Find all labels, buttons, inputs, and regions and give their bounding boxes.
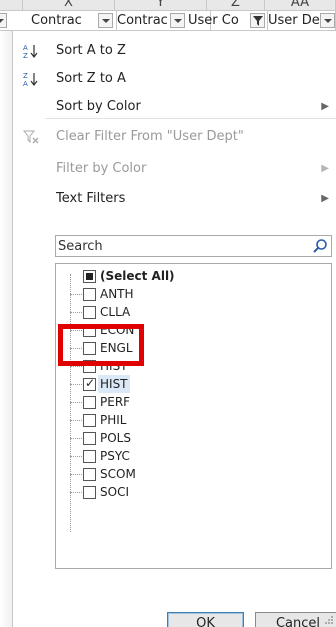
list-item-label: PERF [100, 395, 131, 409]
list-item-label: (Select All) [100, 269, 175, 283]
list-item[interactable]: PSYC [56, 447, 326, 465]
sheet-edge [0, 31, 12, 627]
header-cell-contract-1[interactable]: Contrac [18, 11, 117, 31]
column-letter-aa[interactable]: AA [265, 0, 336, 10]
column-letter-bar: X Y Z AA [0, 0, 336, 11]
header-cell-user-code[interactable]: User Co [188, 11, 268, 31]
list-item[interactable]: HIST [56, 375, 326, 393]
search-icon[interactable] [312, 238, 328, 254]
checkbox[interactable] [83, 414, 96, 427]
menu-separator [45, 118, 336, 119]
header-cell-label: Contrac [31, 13, 82, 28]
sort-descending-icon: Z A [23, 72, 38, 87]
checkbox[interactable] [83, 432, 96, 445]
search-input[interactable] [58, 238, 308, 254]
tree-connector [70, 294, 82, 295]
value-checklist[interactable]: (Select All) ANTH CLLA ECON ENGL HIST ✓ … [55, 263, 332, 569]
column-letter-w[interactable] [0, 0, 23, 10]
submenu-arrow-icon: ▶ [321, 193, 329, 204]
filter-dropdown-button[interactable] [0, 13, 7, 28]
filter-by-color-item[interactable]: Filter by Color ▶ [13, 155, 336, 183]
svg-text:A: A [23, 44, 28, 52]
tree-connector [70, 384, 82, 385]
sort-a-to-z-label: Sort A to Z [56, 43, 126, 58]
filter-by-color-label: Filter by Color [56, 161, 147, 176]
list-item-select-all[interactable]: (Select All) [56, 267, 326, 285]
list-item[interactable]: POLS [56, 429, 326, 447]
tree-connector [70, 438, 82, 439]
checkbox[interactable] [83, 306, 96, 319]
list-item[interactable]: ANTH [56, 285, 326, 303]
funnel-icon [253, 16, 263, 26]
filter-dropdown-button[interactable] [98, 13, 113, 28]
checkbox[interactable] [83, 396, 96, 409]
tree-connector [70, 492, 82, 493]
highlight-annotation [58, 324, 144, 366]
tree-connector [70, 474, 82, 475]
tree-connector [70, 402, 82, 403]
checkbox[interactable] [83, 486, 96, 499]
submenu-arrow-icon: ▶ [321, 101, 329, 112]
sort-a-to-z-item[interactable]: A Z Sort A to Z [13, 37, 336, 65]
list-item-label: HIST [98, 375, 130, 393]
ok-button[interactable]: OK [167, 612, 244, 627]
filter-dropdown-button[interactable] [170, 13, 185, 28]
list-item-label: CLLA [100, 305, 131, 319]
resize-grip-icon[interactable] [324, 615, 334, 625]
header-cell-label: User Co [188, 13, 239, 28]
svg-text:Z: Z [23, 72, 28, 80]
list-item[interactable]: CLLA [56, 303, 326, 321]
sort-z-to-a-item[interactable]: Z A Sort Z to A [13, 65, 336, 93]
tree-connector [70, 366, 82, 367]
svg-text:A: A [23, 80, 28, 87]
checkbox[interactable] [83, 270, 96, 283]
column-letter-z[interactable]: Z [207, 0, 265, 10]
list-item-label: SCOM [100, 467, 136, 481]
header-row: Contrac Contrac User Co User De [0, 11, 336, 31]
list-item-label: PHIL [100, 413, 127, 427]
header-cell-user-dept[interactable]: User De [268, 11, 336, 31]
clear-filter-label: Clear Filter From "User Dept" [56, 129, 244, 144]
sort-by-color-label: Sort by Color [56, 99, 141, 114]
filter-active-button[interactable] [250, 13, 265, 28]
list-item[interactable]: PHIL [56, 411, 326, 429]
checkbox[interactable] [83, 288, 96, 301]
tree-connector [70, 456, 82, 457]
checkbox[interactable] [83, 468, 96, 481]
list-item[interactable]: SOCI [56, 483, 326, 501]
list-item[interactable]: SCOM [56, 465, 326, 483]
sort-ascending-icon: A Z [23, 44, 38, 59]
column-letter-y[interactable]: Y [115, 0, 207, 10]
filter-dropdown-button[interactable] [320, 13, 335, 28]
sort-by-color-item[interactable]: Sort by Color ▶ [13, 93, 336, 121]
header-cell-label: User De [268, 13, 320, 28]
submenu-arrow-icon: ▶ [321, 163, 329, 174]
header-cell-label: Contrac [117, 13, 168, 28]
checkbox[interactable] [83, 376, 96, 391]
clear-filter-icon [23, 130, 39, 144]
column-letter-x[interactable]: X [23, 0, 115, 10]
text-filters-label: Text Filters [56, 191, 126, 206]
list-item-label: PSYC [100, 449, 130, 463]
list-item-label: SOCI [100, 485, 129, 499]
search-box[interactable] [55, 235, 332, 257]
list-item[interactable]: PERF [56, 393, 326, 411]
clear-filter-item[interactable]: Clear Filter From "User Dept" [13, 123, 336, 151]
text-filters-item[interactable]: Text Filters ▶ [13, 185, 336, 213]
list-item-label: POLS [100, 431, 131, 445]
tree-connector [70, 312, 82, 313]
sort-z-to-a-label: Sort Z to A [56, 71, 126, 86]
tree-connector [70, 420, 82, 421]
checkbox[interactable] [83, 450, 96, 463]
svg-text:Z: Z [23, 52, 28, 59]
list-item-label: ANTH [100, 287, 134, 301]
